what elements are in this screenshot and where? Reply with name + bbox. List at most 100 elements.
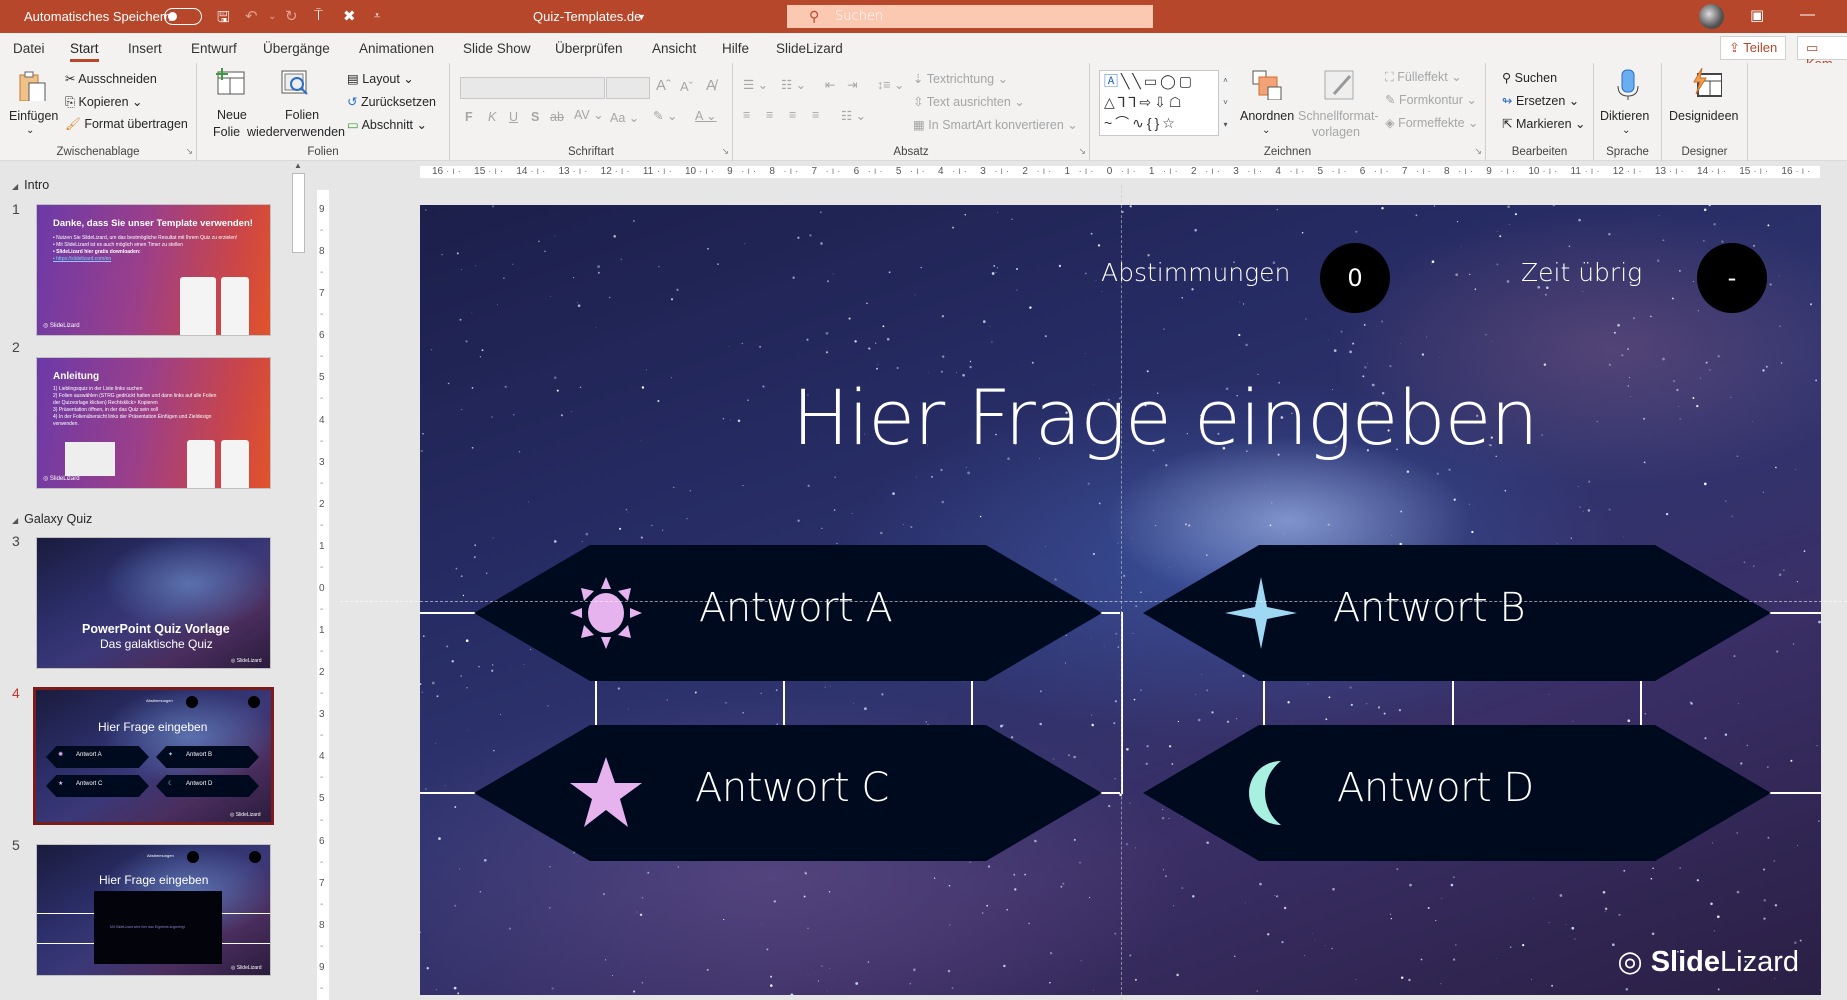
- italic-button[interactable]: K: [488, 110, 496, 124]
- shapes-gallery[interactable]: 🄰╲╲▭◯▢ △⅂⅂⇨⇩☖ ~⌒∿{}☆: [1099, 70, 1232, 136]
- slide-panel-scrollbar[interactable]: ▲: [291, 161, 306, 1000]
- clipboard-icon: [19, 71, 46, 101]
- increase-indent-icon[interactable]: ⇥: [847, 77, 857, 92]
- dictate-button[interactable]: Diktieren ⌄: [1598, 68, 1658, 143]
- quick-styles-button[interactable]: Schnellformat- vorlagen: [1298, 68, 1379, 148]
- document-title[interactable]: Quiz-Templates.de: [533, 9, 641, 24]
- slidelizard-logo: ◎ SlideLizard: [231, 658, 262, 664]
- slide-thumbnail-2[interactable]: Anleitung 1) Lieblingsquiz in der Liste …: [36, 357, 271, 489]
- bold-button[interactable]: F: [465, 110, 473, 124]
- answer-box-d[interactable]: Antwort D: [1143, 725, 1771, 861]
- tab-insert[interactable]: Insert: [128, 41, 162, 56]
- shape-outline-button[interactable]: ✎ Formkontur ⌄: [1385, 92, 1477, 107]
- smartart-button[interactable]: ▦ In SmartArt konvertieren ⌄: [913, 117, 1078, 132]
- autosave-toggle[interactable]: [164, 8, 202, 25]
- columns-icon[interactable]: ☷ ⌄: [841, 108, 866, 123]
- reuse-slides-button[interactable]: Folien wiederverwenden: [247, 68, 347, 143]
- highlight-icon[interactable]: ✎ ⌄: [653, 108, 677, 123]
- tab-hilfe[interactable]: Hilfe: [722, 41, 749, 56]
- font-size-combobox[interactable]: [606, 77, 650, 99]
- replace-button[interactable]: ↬ Ersetzen ⌄: [1502, 93, 1579, 108]
- gallery-scroll[interactable]: ˄ ˅ ▾: [1218, 70, 1232, 136]
- increase-font-icon[interactable]: Aˆ: [656, 77, 671, 94]
- reset-button[interactable]: ↺ Zurücksetzen: [347, 94, 436, 109]
- undo-dropdown-icon[interactable]: ⌄: [268, 11, 276, 22]
- customize-toolbar-icon[interactable]: ⩡: [374, 10, 380, 23]
- font-dialog-launcher-icon[interactable]: ↘: [721, 146, 729, 157]
- change-case-button[interactable]: Aa ⌄: [610, 110, 639, 125]
- title-dropdown-icon[interactable]: ▼: [637, 12, 646, 22]
- bullets-icon[interactable]: ☰ ⌄: [743, 77, 768, 92]
- section-header-intro[interactable]: ◢ Intro: [12, 178, 49, 192]
- slide-thumbnail-4[interactable]: Abstimmungen Hier Frage eingeben ✺ Antwo…: [33, 687, 274, 825]
- line-spacing-icon[interactable]: ↕≡ ⌄: [877, 77, 905, 92]
- tab-datei[interactable]: Datei: [13, 41, 45, 56]
- justify-icon[interactable]: ≡: [812, 108, 819, 122]
- paragraph-dialog-launcher-icon[interactable]: ↘: [1078, 146, 1086, 157]
- select-button[interactable]: ⇱ Markieren ⌄: [1502, 116, 1585, 131]
- cut-button[interactable]: ✂ Ausschneiden: [65, 71, 157, 86]
- answer-box-a[interactable]: Antwort A: [474, 545, 1102, 681]
- layout-button[interactable]: ▤ Layout ⌄: [347, 71, 414, 86]
- tab-entwurf[interactable]: Entwurf: [191, 41, 237, 56]
- tab-ueberpruefen[interactable]: Überprüfen: [555, 41, 623, 56]
- user-avatar[interactable]: [1699, 4, 1724, 29]
- ruler-tick: · ı ·: [572, 166, 588, 177]
- section-button[interactable]: ▭ Abschnitt ⌄: [347, 117, 427, 132]
- answer-box-c[interactable]: Antwort C: [474, 725, 1102, 861]
- arrange-button[interactable]: Anordnen ⌄: [1238, 68, 1296, 143]
- tab-animationen[interactable]: Animationen: [359, 41, 434, 56]
- comments-button[interactable]: ▭ Kom: [1797, 36, 1847, 71]
- ribbon-display-options-icon[interactable]: ▣: [1750, 6, 1764, 24]
- text-direction-button[interactable]: ⇣ Textrichtung ⌄: [913, 71, 1008, 86]
- clear-format-icon[interactable]: A̸: [706, 77, 716, 94]
- align-left-icon[interactable]: ≡: [743, 108, 750, 122]
- answer-box-b[interactable]: Antwort B: [1143, 545, 1771, 681]
- slide-thumbnail-3[interactable]: PowerPoint Quiz Vorlage Das galaktische …: [36, 537, 271, 669]
- section-header-galaxy-quiz[interactable]: ◢ Galaxy Quiz: [12, 512, 92, 526]
- align-text-button[interactable]: ⇳ Text ausrichten ⌄: [913, 94, 1025, 109]
- align-center-icon[interactable]: ≡: [766, 108, 773, 122]
- font-color-icon[interactable]: A ⌄: [695, 108, 717, 123]
- find-button[interactable]: ⚲ Suchen: [1502, 70, 1557, 85]
- slide-thumbnail-1[interactable]: Danke, dass Sie unser Template verwenden…: [36, 204, 271, 336]
- copy-button[interactable]: ⎘ Kopieren ⌄: [65, 94, 142, 110]
- char-spacing-button[interactable]: AV ⌄: [574, 107, 604, 122]
- undo-icon[interactable]: ↶: [245, 7, 258, 25]
- font-name-combobox[interactable]: [460, 77, 605, 99]
- start-slideshow-icon[interactable]: ⍑: [314, 7, 323, 24]
- tab-slidelizard[interactable]: SlideLizard: [776, 41, 843, 56]
- tab-slide-show[interactable]: Slide Show: [463, 41, 531, 56]
- save-icon[interactable]: 🖫: [217, 7, 230, 32]
- shape-fill-button[interactable]: ⛶ Fülleffekt ⌄: [1385, 69, 1462, 85]
- tools-icon[interactable]: ✖: [343, 7, 356, 25]
- dialog-launcher-icon[interactable]: ↘: [185, 146, 193, 157]
- format-painter-button[interactable]: 🖌 Format übertragen: [65, 117, 188, 132]
- search-box[interactable]: ⚲ Suchen: [787, 5, 1153, 28]
- scroll-up-icon[interactable]: ▲: [294, 161, 302, 170]
- decrease-font-icon[interactable]: Aˇ: [680, 79, 693, 94]
- share-button[interactable]: ⇪ Teilen: [1720, 36, 1787, 60]
- decrease-indent-icon[interactable]: ⇤: [825, 77, 835, 92]
- design-ideas-button[interactable]: Designideen: [1666, 68, 1744, 143]
- ruler-tick: · ı ·: [867, 166, 883, 177]
- star-dot: [1080, 960, 1082, 962]
- paste-button[interactable]: Einfügen ⌄: [6, 69, 58, 141]
- search-input[interactable]: Suchen: [835, 9, 883, 24]
- slide-thumbnail-5[interactable]: Abstimmungen Hier Frage eingeben Mit Sli…: [36, 844, 271, 976]
- question-title[interactable]: Hier Frage eingeben: [792, 373, 1539, 462]
- shadow-button[interactable]: S: [531, 110, 539, 124]
- underline-button[interactable]: U: [509, 110, 518, 124]
- star-dot: [627, 708, 629, 710]
- shape-effects-button[interactable]: ◈ Formeffekte ⌄: [1385, 115, 1479, 130]
- numbering-icon[interactable]: ☷ ⌄: [781, 77, 806, 92]
- tab-ansicht[interactable]: Ansicht: [652, 41, 696, 56]
- drawing-dialog-launcher-icon[interactable]: ↘: [1474, 146, 1482, 157]
- redo-icon[interactable]: ↻: [285, 7, 298, 25]
- minimize-icon[interactable]: —: [1800, 6, 1815, 23]
- align-right-icon[interactable]: ≡: [789, 108, 796, 122]
- tab-uebergaenge[interactable]: Übergänge: [263, 41, 330, 56]
- tab-start[interactable]: Start: [70, 41, 99, 62]
- strikethrough-button[interactable]: ab: [550, 110, 564, 124]
- scrollbar-thumb[interactable]: [292, 173, 305, 253]
